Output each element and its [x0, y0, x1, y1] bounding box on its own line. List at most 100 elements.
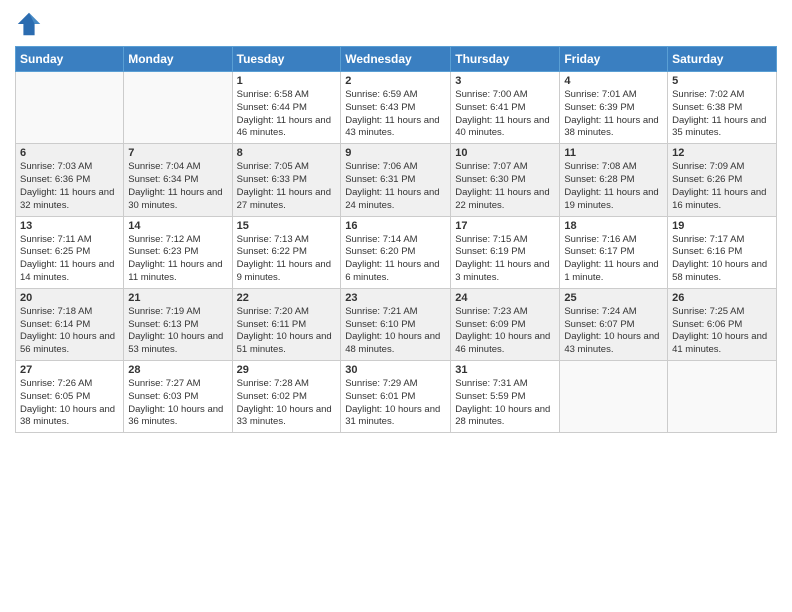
- day-number: 14: [128, 220, 227, 232]
- day-of-week-header: Monday: [124, 47, 232, 72]
- day-info: Sunrise: 7:21 AM Sunset: 6:10 PM Dayligh…: [345, 306, 446, 357]
- day-number: 10: [455, 147, 555, 159]
- calendar-day-cell: 21 Sunrise: 7:19 AM Sunset: 6:13 PM Dayli…: [124, 288, 232, 360]
- day-number: 4: [564, 75, 663, 87]
- day-number: 22: [237, 292, 337, 304]
- day-info: Sunrise: 7:31 AM Sunset: 5:59 PM Dayligh…: [455, 378, 555, 429]
- calendar-day-cell: 20 Sunrise: 7:18 AM Sunset: 6:14 PM Dayli…: [16, 288, 124, 360]
- day-info: Sunrise: 7:09 AM Sunset: 6:26 PM Dayligh…: [672, 161, 772, 212]
- day-number: 29: [237, 364, 337, 376]
- calendar-day-cell: 10 Sunrise: 7:07 AM Sunset: 6:30 PM Dayli…: [451, 144, 560, 216]
- logo: [15, 10, 47, 38]
- day-info: Sunrise: 7:06 AM Sunset: 6:31 PM Dayligh…: [345, 161, 446, 212]
- calendar-day-cell: 11 Sunrise: 7:08 AM Sunset: 6:28 PM Dayli…: [560, 144, 668, 216]
- calendar-week-row: 27 Sunrise: 7:26 AM Sunset: 6:05 PM Dayli…: [16, 361, 777, 433]
- calendar-day-cell: 28 Sunrise: 7:27 AM Sunset: 6:03 PM Dayli…: [124, 361, 232, 433]
- calendar-day-cell: 25Sunrise: 7:24 AM Sunset: 6:07 PM Dayli…: [560, 288, 668, 360]
- calendar-day-cell: 15Sunrise: 7:13 AM Sunset: 6:22 PM Dayli…: [232, 216, 341, 288]
- day-number: 9: [345, 147, 446, 159]
- day-info: Sunrise: 7:00 AM Sunset: 6:41 PM Dayligh…: [455, 89, 555, 140]
- day-number: 13: [20, 220, 119, 232]
- header: [15, 10, 777, 38]
- day-info: Sunrise: 7:17 AM Sunset: 6:16 PM Dayligh…: [672, 234, 772, 285]
- day-info: Sunrise: 7:04 AM Sunset: 6:34 PM Dayligh…: [128, 161, 227, 212]
- logo-icon: [15, 10, 43, 38]
- calendar-day-cell: 7 Sunrise: 7:04 AM Sunset: 6:34 PM Daylig…: [124, 144, 232, 216]
- calendar-day-cell: 17 Sunrise: 7:15 AM Sunset: 6:19 PM Dayli…: [451, 216, 560, 288]
- day-number: 5: [672, 75, 772, 87]
- calendar-day-cell: 8 Sunrise: 7:05 AM Sunset: 6:33 PM Daylig…: [232, 144, 341, 216]
- day-number: 7: [128, 147, 227, 159]
- day-info: Sunrise: 7:08 AM Sunset: 6:28 PM Dayligh…: [564, 161, 663, 212]
- day-info: Sunrise: 7:02 AM Sunset: 6:38 PM Dayligh…: [672, 89, 772, 140]
- day-info: Sunrise: 7:19 AM Sunset: 6:13 PM Dayligh…: [128, 306, 227, 357]
- calendar-week-row: 6 Sunrise: 7:03 AM Sunset: 6:36 PM Daylig…: [16, 144, 777, 216]
- day-info: Sunrise: 7:23 AM Sunset: 6:09 PM Dayligh…: [455, 306, 555, 357]
- day-info: Sunrise: 7:18 AM Sunset: 6:14 PM Dayligh…: [20, 306, 119, 357]
- day-number: 27: [20, 364, 119, 376]
- day-number: 28: [128, 364, 227, 376]
- page: SundayMondayTuesdayWednesdayThursdayFrid…: [0, 0, 792, 612]
- calendar-day-cell: [560, 361, 668, 433]
- day-number: 17: [455, 220, 555, 232]
- calendar-day-cell: 30 Sunrise: 7:29 AM Sunset: 6:01 PM Dayli…: [341, 361, 451, 433]
- day-number: 19: [672, 220, 772, 232]
- calendar-day-cell: 18 Sunrise: 7:16 AM Sunset: 6:17 PM Dayli…: [560, 216, 668, 288]
- day-info: Sunrise: 7:29 AM Sunset: 6:01 PM Dayligh…: [345, 378, 446, 429]
- day-info: Sunrise: 7:25 AM Sunset: 6:06 PM Dayligh…: [672, 306, 772, 357]
- day-info: Sunrise: 7:13 AM Sunset: 6:22 PM Dayligh…: [237, 234, 337, 285]
- day-info: Sunrise: 7:20 AM Sunset: 6:11 PM Dayligh…: [237, 306, 337, 357]
- calendar-day-cell: 24 Sunrise: 7:23 AM Sunset: 6:09 PM Dayli…: [451, 288, 560, 360]
- day-number: 20: [20, 292, 119, 304]
- day-info: Sunrise: 7:12 AM Sunset: 6:23 PM Dayligh…: [128, 234, 227, 285]
- calendar-day-cell: 6 Sunrise: 7:03 AM Sunset: 6:36 PM Daylig…: [16, 144, 124, 216]
- calendar-day-cell: [668, 361, 777, 433]
- day-number: 23: [345, 292, 446, 304]
- day-number: 31: [455, 364, 555, 376]
- day-of-week-header: Sunday: [16, 47, 124, 72]
- calendar-day-cell: 2 Sunrise: 6:59 AM Sunset: 6:43 PM Daylig…: [341, 72, 451, 144]
- day-number: 8: [237, 147, 337, 159]
- calendar-day-cell: 31 Sunrise: 7:31 AM Sunset: 5:59 PM Dayli…: [451, 361, 560, 433]
- calendar-day-cell: 22 Sunrise: 7:20 AM Sunset: 6:11 PM Dayli…: [232, 288, 341, 360]
- calendar-day-cell: 23 Sunrise: 7:21 AM Sunset: 6:10 PM Dayli…: [341, 288, 451, 360]
- day-number: 11: [564, 147, 663, 159]
- calendar-day-cell: 14 Sunrise: 7:12 AM Sunset: 6:23 PM Dayli…: [124, 216, 232, 288]
- day-of-week-header: Tuesday: [232, 47, 341, 72]
- day-info: Sunrise: 7:15 AM Sunset: 6:19 PM Dayligh…: [455, 234, 555, 285]
- day-number: 24: [455, 292, 555, 304]
- calendar-header-row: SundayMondayTuesdayWednesdayThursdayFrid…: [16, 47, 777, 72]
- day-number: 3: [455, 75, 555, 87]
- day-info: Sunrise: 7:16 AM Sunset: 6:17 PM Dayligh…: [564, 234, 663, 285]
- day-info: Sunrise: 7:24 AM Sunset: 6:07 PM Dayligh…: [564, 306, 663, 357]
- calendar-day-cell: 5 Sunrise: 7:02 AM Sunset: 6:38 PM Daylig…: [668, 72, 777, 144]
- day-info: Sunrise: 7:07 AM Sunset: 6:30 PM Dayligh…: [455, 161, 555, 212]
- calendar-day-cell: 26Sunrise: 7:25 AM Sunset: 6:06 PM Dayli…: [668, 288, 777, 360]
- day-info: Sunrise: 7:03 AM Sunset: 6:36 PM Dayligh…: [20, 161, 119, 212]
- day-info: Sunrise: 7:26 AM Sunset: 6:05 PM Dayligh…: [20, 378, 119, 429]
- calendar-day-cell: 27 Sunrise: 7:26 AM Sunset: 6:05 PM Dayli…: [16, 361, 124, 433]
- calendar-day-cell: 13 Sunrise: 7:11 AM Sunset: 6:25 PM Dayli…: [16, 216, 124, 288]
- calendar-day-cell: 3 Sunrise: 7:00 AM Sunset: 6:41 PM Daylig…: [451, 72, 560, 144]
- day-info: Sunrise: 7:27 AM Sunset: 6:03 PM Dayligh…: [128, 378, 227, 429]
- calendar-day-cell: [16, 72, 124, 144]
- day-info: Sunrise: 7:28 AM Sunset: 6:02 PM Dayligh…: [237, 378, 337, 429]
- calendar-week-row: 1Sunrise: 6:58 AM Sunset: 6:44 PM Daylig…: [16, 72, 777, 144]
- day-of-week-header: Wednesday: [341, 47, 451, 72]
- day-info: Sunrise: 7:11 AM Sunset: 6:25 PM Dayligh…: [20, 234, 119, 285]
- day-of-week-header: Friday: [560, 47, 668, 72]
- calendar-week-row: 13 Sunrise: 7:11 AM Sunset: 6:25 PM Dayli…: [16, 216, 777, 288]
- day-number: 30: [345, 364, 446, 376]
- calendar-day-cell: 29 Sunrise: 7:28 AM Sunset: 6:02 PM Dayli…: [232, 361, 341, 433]
- calendar-day-cell: 1Sunrise: 6:58 AM Sunset: 6:44 PM Daylig…: [232, 72, 341, 144]
- calendar-day-cell: 9 Sunrise: 7:06 AM Sunset: 6:31 PM Daylig…: [341, 144, 451, 216]
- day-number: 2: [345, 75, 446, 87]
- day-number: 21: [128, 292, 227, 304]
- day-number: 18: [564, 220, 663, 232]
- calendar-week-row: 20 Sunrise: 7:18 AM Sunset: 6:14 PM Dayli…: [16, 288, 777, 360]
- day-info: Sunrise: 6:59 AM Sunset: 6:43 PM Dayligh…: [345, 89, 446, 140]
- day-number: 6: [20, 147, 119, 159]
- calendar-day-cell: [124, 72, 232, 144]
- day-info: Sunrise: 7:05 AM Sunset: 6:33 PM Dayligh…: [237, 161, 337, 212]
- day-number: 16: [345, 220, 446, 232]
